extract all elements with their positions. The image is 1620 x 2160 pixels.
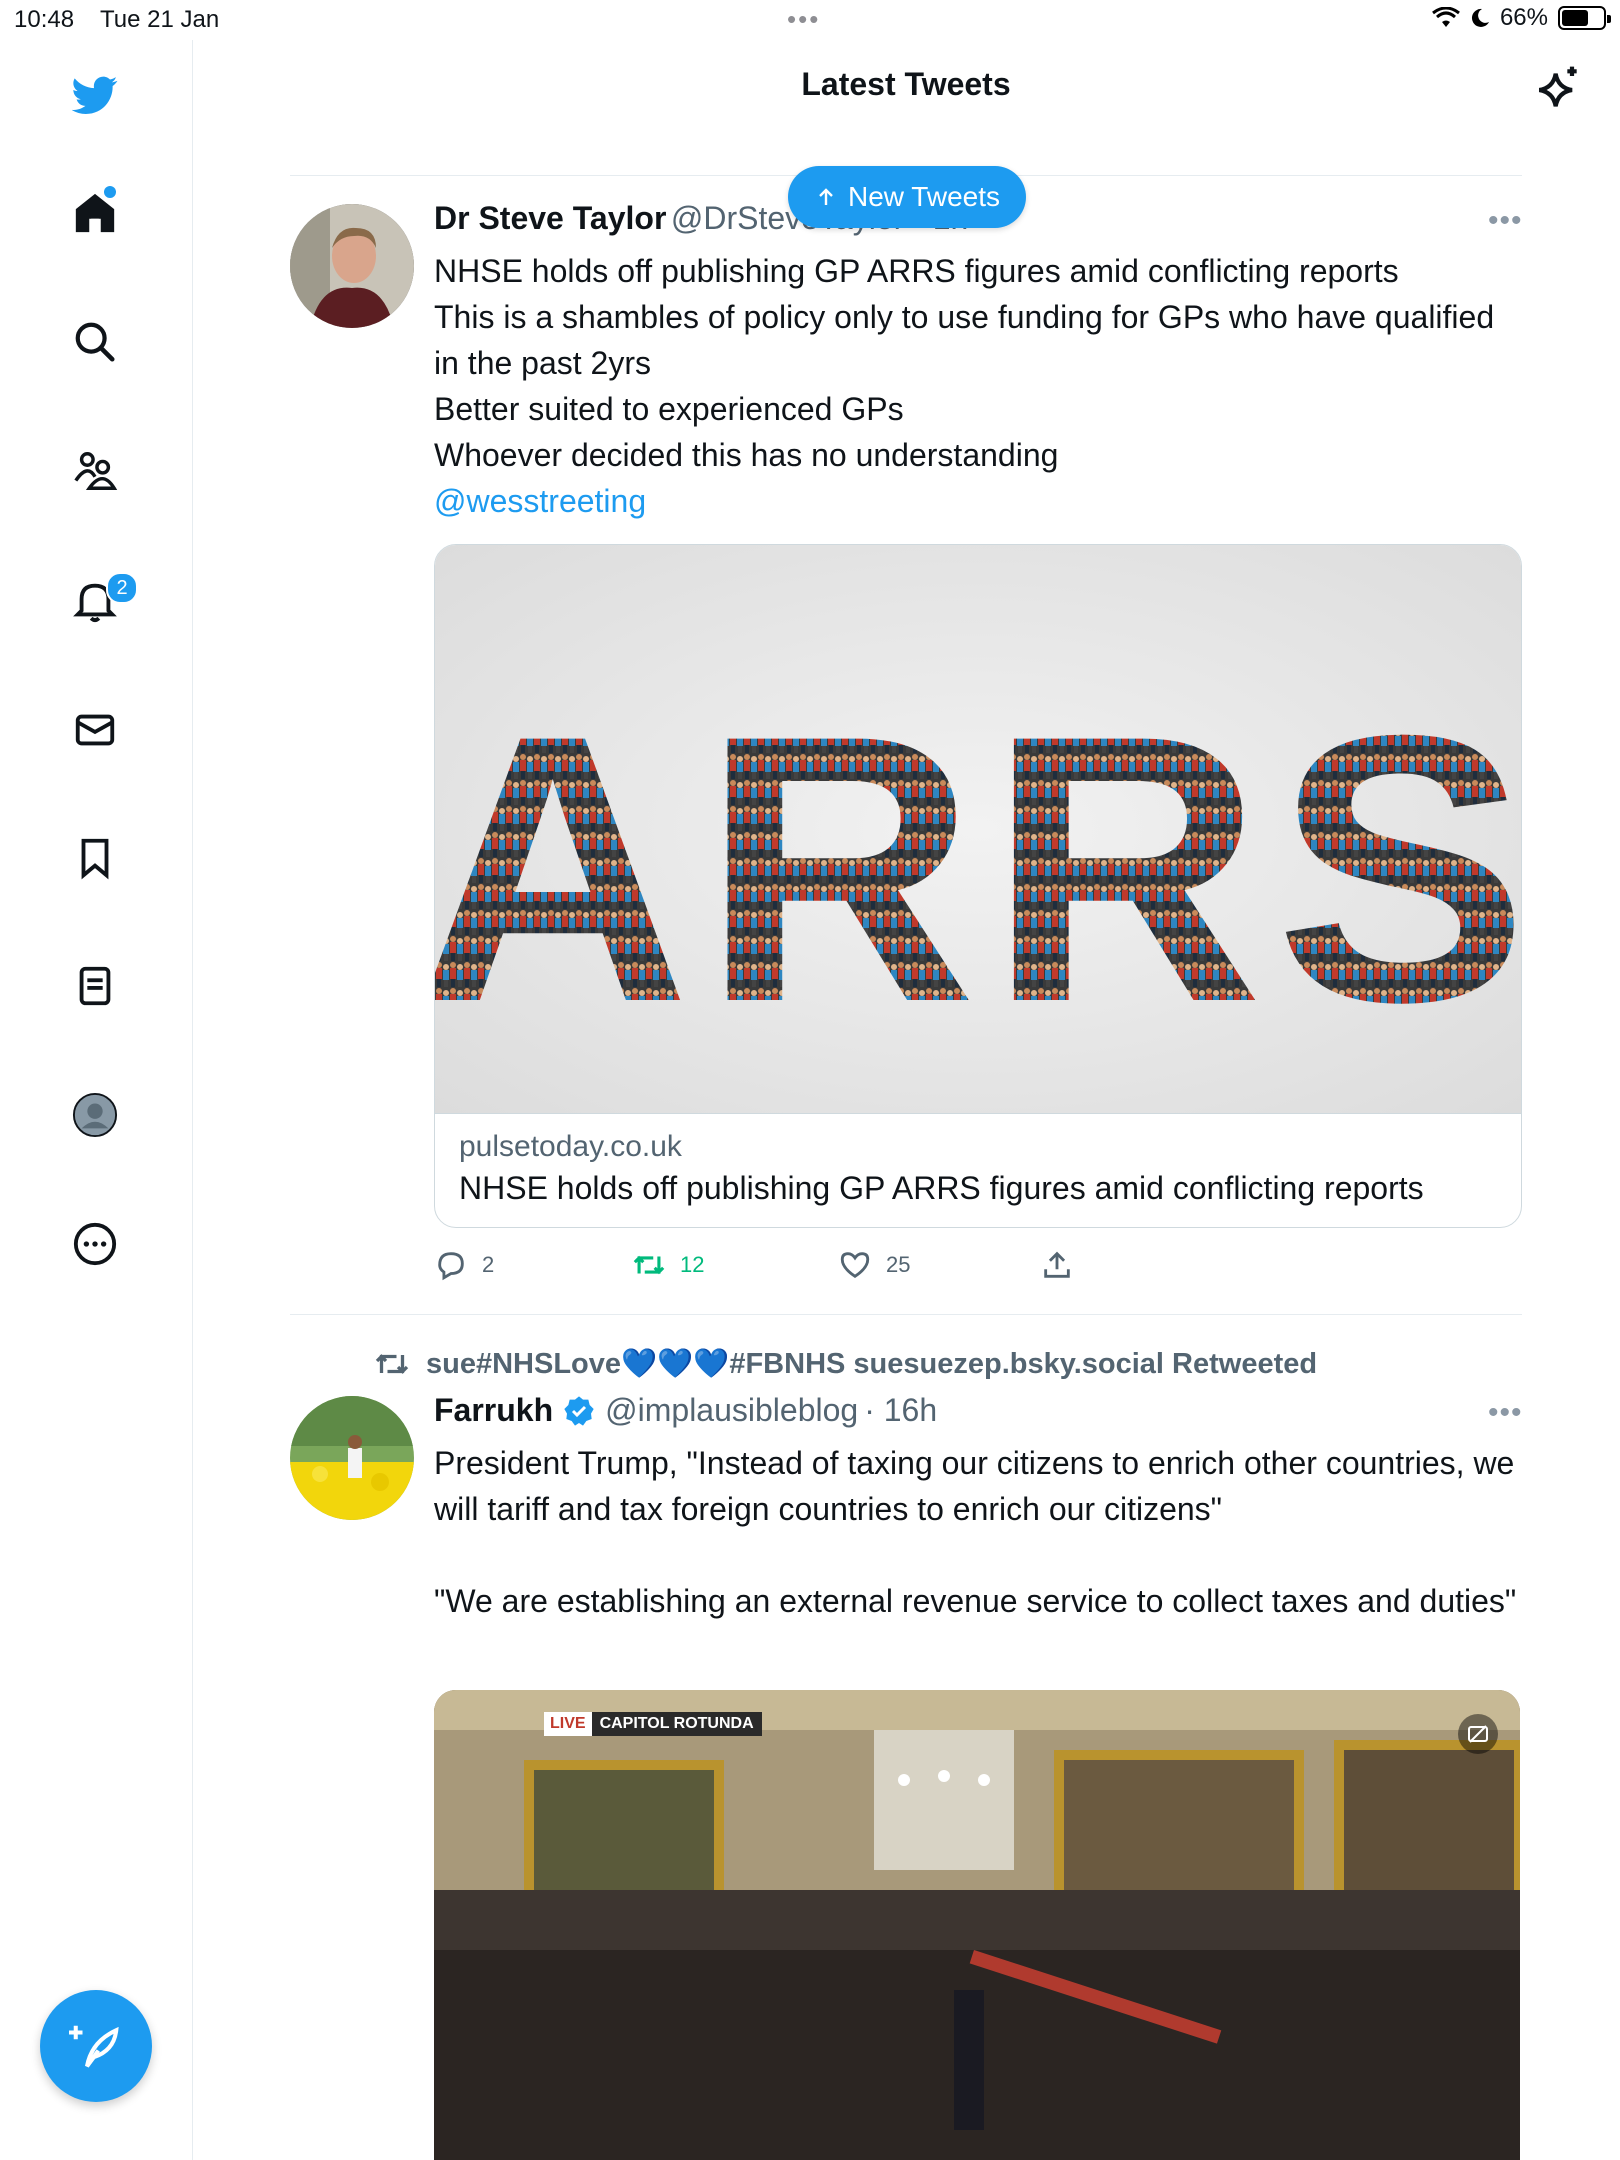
link-card-domain: pulsetoday.co.uk: [459, 1130, 682, 1163]
tweet-1-reply-button[interactable]: 2: [434, 1248, 494, 1282]
page-title: Latest Tweets: [801, 66, 1011, 102]
more-icon: [73, 1222, 117, 1266]
live-label: LIVE: [544, 1712, 592, 1736]
multitasking-dots-icon[interactable]: •••: [787, 4, 820, 35]
arrow-up-icon: [819, 188, 833, 205]
tweet-1-author-name[interactable]: Dr Steve Taylor: [434, 200, 666, 236]
status-time: 10:48: [14, 6, 75, 33]
sidebar-item-communities[interactable]: [66, 442, 124, 500]
sidebar-item-home[interactable]: [66, 184, 124, 242]
new-tweets-label: New Tweets: [848, 181, 1000, 212]
status-right: 66%: [1432, 4, 1611, 32]
tweet-2-media[interactable]: LIVE CAPITOL ROTUNDA: [434, 1690, 1520, 2160]
retweet-indicator-icon: [375, 1354, 409, 1374]
twitter-logo-icon: [72, 76, 118, 114]
verified-badge-icon: [564, 1395, 594, 1426]
tweet-2-author-handle[interactable]: @implausibleblog: [605, 1392, 858, 1429]
tweet-1-more-button[interactable]: •••: [1488, 204, 1523, 238]
messages-icon: [75, 714, 115, 746]
tweet-2-timestamp[interactable]: · 16h: [864, 1392, 937, 1429]
sidebar-item-notifications[interactable]: 2: [66, 572, 138, 630]
tweet-1-mention[interactable]: @wesstreeting: [434, 478, 646, 524]
tweet-1-link-card[interactable]: ARRS pulsetoday.co.uk NHSE holds off pub…: [434, 544, 1522, 1228]
media-captions-button[interactable]: [1458, 1714, 1498, 1754]
status-bar: 10:48 Tue 21 Jan ••• 66%: [0, 0, 1620, 40]
sidebar-item-bookmarks[interactable]: [66, 829, 124, 887]
tweet-2-author-name[interactable]: Farrukh: [434, 1392, 553, 1429]
battery-fill: [1562, 10, 1589, 26]
tweet-1-text: NHSE holds off publishing GP ARRS figure…: [434, 253, 1495, 473]
capitol-rotunda-video: [434, 1690, 1520, 2160]
tweet-1-avatar[interactable]: [290, 204, 414, 328]
sidebar-item-messages[interactable]: [66, 701, 124, 759]
status-date: Tue 21 Jan: [100, 6, 220, 33]
wifi-icon: [1432, 7, 1460, 27]
twitter-logo[interactable]: [66, 66, 124, 124]
notifications-badge: 2: [106, 572, 138, 604]
retweet-icon: [633, 1255, 665, 1275]
sidebar: 2: [0, 40, 193, 2160]
sidebar-item-search[interactable]: [66, 313, 124, 371]
moon-icon: [1471, 8, 1489, 27]
search-icon: [75, 322, 115, 362]
tweet-1-retweet-count: 12: [680, 1252, 705, 1277]
link-card-image: ARRS: [435, 545, 1521, 1113]
sparkle-icon: [1538, 66, 1577, 107]
sidebar-item-profile[interactable]: [66, 1086, 124, 1144]
tweet-2-header: Farrukh @implausibleblog · 16h: [434, 1392, 937, 1429]
retweeted-by-label: sue#NHSLove💙💙💙#FBNHS suesuezep.bsky.soci…: [426, 1348, 1318, 1380]
heart-icon: [840, 1252, 870, 1279]
avatar-field-photo: [290, 1396, 414, 1520]
compose-tweet-button[interactable]: [40, 1990, 152, 2102]
tweet-1-like-count: 25: [886, 1252, 911, 1277]
tweet-1-share-button[interactable]: [1040, 1248, 1074, 1282]
link-card-meta: pulsetoday.co.uk NHSE holds off publishi…: [435, 1113, 1521, 1223]
bookmarks-icon: [81, 838, 109, 880]
tweet-1-like-button[interactable]: 25: [838, 1248, 910, 1282]
compose-feather-icon: [69, 2025, 119, 2068]
arrs-word: ARRS: [435, 656, 1521, 1081]
captions-off-icon: [1468, 1725, 1488, 1743]
location-label: CAPITOL ROTUNDA: [591, 1712, 762, 1736]
share-icon: [1044, 1251, 1070, 1278]
home-unread-dot: [104, 186, 116, 198]
tweet-1-reply-count: 2: [482, 1252, 495, 1277]
battery-icon: [1558, 6, 1611, 30]
profile-icon: [72, 1092, 118, 1138]
top-tweets-sparkle-button[interactable]: [1530, 62, 1586, 118]
tweet-2-text: President Trump, "Instead of taxing our …: [434, 1445, 1517, 1619]
sidebar-item-lists[interactable]: [66, 957, 124, 1015]
tweet-divider: [290, 1314, 1522, 1315]
communities-icon: [74, 452, 118, 490]
lists-icon: [79, 966, 111, 1006]
avatar-portrait: [290, 204, 414, 328]
retweeted-by-row[interactable]: sue#NHSLove💙💙💙#FBNHS suesuezep.bsky.soci…: [374, 1346, 1317, 1382]
reply-icon: [438, 1252, 464, 1281]
tweet-2-more-button[interactable]: •••: [1488, 1396, 1523, 1430]
battery-percent: 66%: [1499, 4, 1548, 31]
live-banner: LIVE CAPITOL ROTUNDA: [544, 1712, 762, 1736]
tweet-1-retweet-button[interactable]: 12: [632, 1248, 704, 1282]
link-card-title: NHSE holds off publishing GP ARRS figure…: [459, 1170, 1424, 1206]
new-tweets-button[interactable]: New Tweets: [788, 166, 1026, 228]
sidebar-item-more[interactable]: [66, 1215, 124, 1273]
arrs-crowd-image: ARRS: [435, 656, 1521, 1081]
tweet-2-avatar[interactable]: [290, 1396, 414, 1520]
